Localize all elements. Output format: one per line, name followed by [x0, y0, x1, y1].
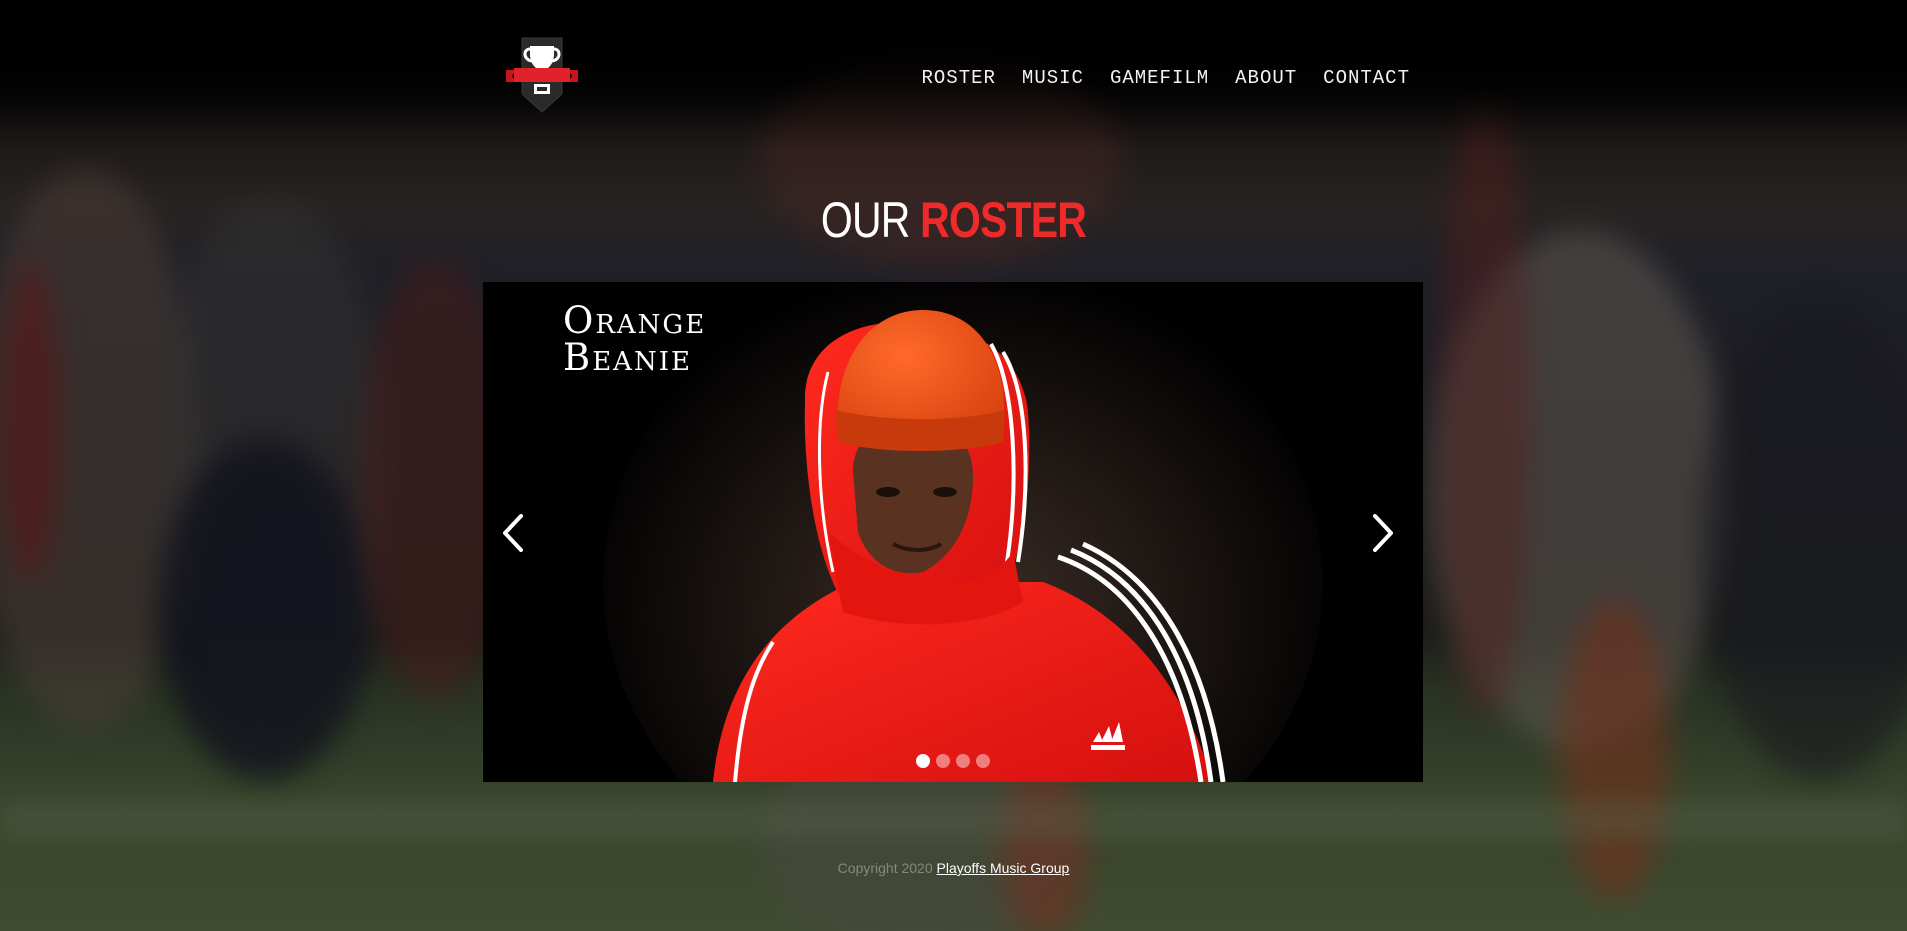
- nav-roster[interactable]: ROSTER: [922, 67, 996, 89]
- page-title: OUR ROSTER: [172, 190, 1736, 250]
- slide-caption: Orange Beanie: [563, 302, 706, 376]
- chevron-left-icon[interactable]: [493, 508, 533, 558]
- slider-dot[interactable]: [956, 754, 970, 768]
- caption-line-1: Orange: [563, 299, 707, 342]
- chevron-right-icon[interactable]: [1363, 508, 1403, 558]
- nav-about[interactable]: ABOUT: [1235, 67, 1297, 89]
- footer-company-link[interactable]: Playoffs Music Group: [937, 860, 1070, 876]
- title-white-word: OUR: [820, 192, 910, 248]
- title-red-word: ROSTER: [920, 192, 1087, 248]
- nav-contact[interactable]: CONTACT: [1323, 67, 1410, 89]
- main-nav: ROSTER MUSIC GAMEFILM ABOUT CONTACT: [922, 67, 1411, 89]
- slider-dot[interactable]: [936, 754, 950, 768]
- copyright-text: Copyright 2020: [837, 860, 933, 876]
- slider-dot[interactable]: [976, 754, 990, 768]
- trophy-shield-logo[interactable]: [506, 34, 578, 114]
- nav-music[interactable]: MUSIC: [1022, 67, 1084, 89]
- footer: Copyright 2020 Playoffs Music Group: [0, 860, 1907, 876]
- roster-slider[interactable]: Orange Beanie: [483, 282, 1423, 782]
- slider-pagination: [483, 754, 1423, 768]
- caption-line-2: Beanie: [563, 336, 692, 379]
- nav-gamefilm[interactable]: GAMEFILM: [1110, 67, 1209, 89]
- slider-dot[interactable]: [916, 754, 930, 768]
